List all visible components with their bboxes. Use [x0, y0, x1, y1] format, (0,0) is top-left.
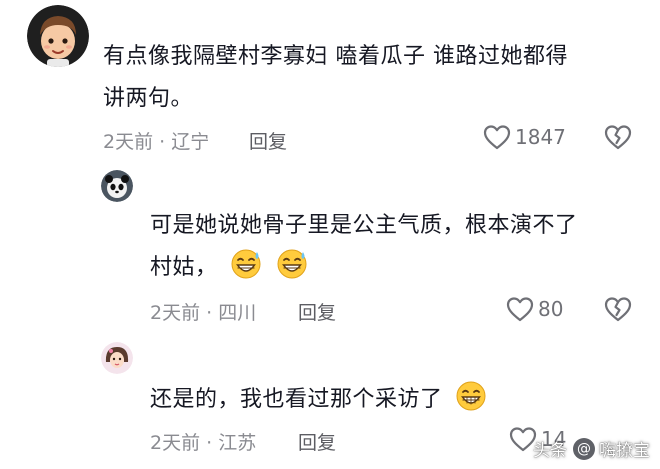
comment-meta-1: 2天前 · 辽宁	[103, 127, 209, 154]
grin-sweat-emoji-icon	[231, 249, 261, 279]
grinning-emoji-icon	[456, 381, 486, 411]
comment-text-line: 可是她说她骨子里是公主气质，根本演不了	[150, 213, 578, 238]
comment-text-line-with-emoji: 村姑，	[150, 247, 645, 289]
comment-text-1: 有点像我隔壁村李寡妇 嗑着瓜子 谁路过她都得 讲两句。	[103, 36, 643, 120]
like-button-2[interactable]: 80	[506, 296, 563, 322]
comment-location: 辽宁	[171, 131, 210, 153]
meta-separator: ·	[206, 302, 213, 324]
comment-location: 四川	[218, 302, 257, 324]
watermark-account: 嗨撩宝	[599, 441, 650, 461]
grin-sweat-emoji-icon	[277, 249, 307, 279]
heart-icon	[506, 297, 534, 322]
cartoon-boy-avatar-icon	[27, 5, 89, 67]
broken-heart-icon	[604, 297, 632, 322]
user-avatar-3[interactable]	[101, 342, 133, 374]
like-button-1[interactable]: 1847	[483, 124, 566, 150]
watermark: 头条 @ 嗨撩宝	[533, 436, 650, 461]
dislike-button-2[interactable]	[604, 296, 632, 326]
at-icon: @	[573, 437, 595, 460]
comment-text-fragment: 村姑，	[150, 255, 218, 280]
meta-separator: ·	[206, 432, 213, 454]
comment-time: 2天前	[150, 302, 201, 324]
dislike-button-1[interactable]	[604, 124, 632, 154]
heart-icon	[483, 125, 511, 150]
comment-meta-2: 2天前 · 四川	[150, 298, 256, 325]
comment-time: 2天前	[103, 131, 154, 153]
reply-button-3[interactable]: 回复	[298, 428, 336, 455]
broken-heart-icon	[604, 125, 632, 150]
comment-section: 有点像我隔壁村李寡妇 嗑着瓜子 谁路过她都得 讲两句。 2天前 · 辽宁 回复 …	[0, 0, 660, 469]
user-avatar-2[interactable]	[101, 170, 133, 202]
comment-text-line: 有点像我隔壁村李寡妇 嗑着瓜子 谁路过她都得	[103, 44, 568, 69]
watermark-source: 头条	[533, 441, 567, 461]
like-count: 1847	[515, 125, 566, 149]
girl-avatar-icon	[101, 342, 133, 374]
comment-meta-3: 2天前 · 江苏	[150, 428, 256, 455]
like-count: 80	[538, 297, 564, 321]
panda-avatar-icon	[101, 170, 133, 202]
user-avatar-1[interactable]	[27, 5, 89, 67]
comment-text-fragment: 还是的，我也看过那个采访了	[150, 387, 443, 412]
reply-button-2[interactable]: 回复	[298, 298, 336, 325]
comment-text-3: 还是的，我也看过那个采访了	[150, 379, 570, 421]
comment-text-line: 讲两句。	[103, 86, 194, 111]
comment-time: 2天前	[150, 432, 201, 454]
comment-text-2: 可是她说她骨子里是公主气质，根本演不了 村姑，	[150, 205, 645, 289]
reply-button-1[interactable]: 回复	[249, 127, 287, 154]
comment-location: 江苏	[218, 432, 257, 454]
comment-text-line-with-emoji: 还是的，我也看过那个采访了	[150, 379, 570, 421]
meta-separator: ·	[159, 131, 166, 153]
